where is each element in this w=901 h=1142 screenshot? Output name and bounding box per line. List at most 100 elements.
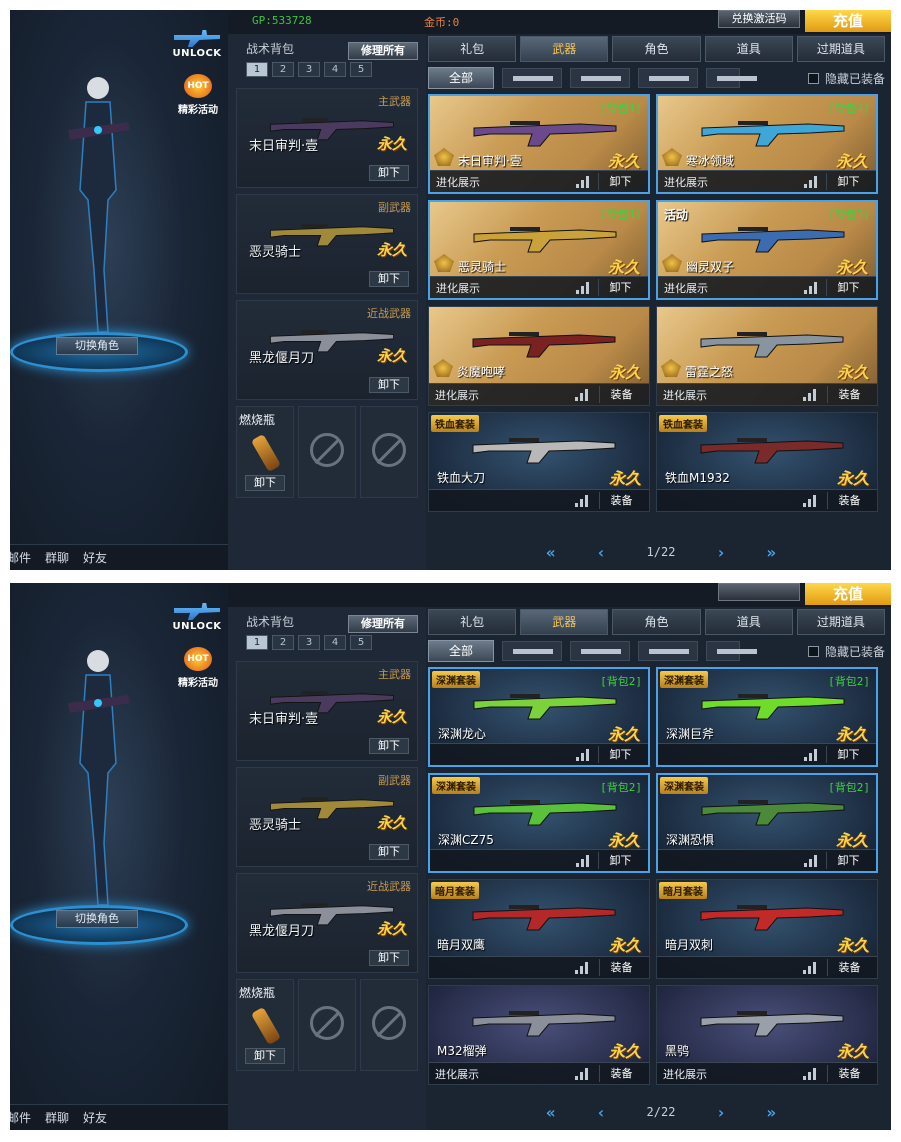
item-card[interactable]: 铁血套装 铁血M1932 永久 装备 — [656, 412, 878, 512]
group-chat-link[interactable]: 群聊 — [45, 549, 69, 566]
evolve-preview-link[interactable]: 进化展示 — [663, 387, 707, 403]
page-tab-5[interactable]: 5 — [350, 635, 372, 650]
tab-4[interactable]: 过期道具 — [796, 609, 886, 635]
unlock-badge[interactable]: UNLOCK — [170, 601, 224, 641]
tab-2[interactable]: 角色 — [612, 609, 701, 635]
item-action-button[interactable]: 卸下 — [598, 746, 642, 763]
evolve-preview-link[interactable]: 进化展示 — [664, 174, 708, 190]
item-action-button[interactable]: 卸下 — [598, 279, 642, 296]
page-tab-3[interactable]: 3 — [298, 635, 320, 650]
pistol-filter-icon[interactable] — [570, 641, 630, 661]
item-card[interactable]: 深渊套装 [背包2] 深渊恐惧 永久 卸下 — [656, 773, 878, 873]
recharge-button[interactable]: 充值 — [805, 583, 891, 605]
tab-2[interactable]: 角色 — [612, 36, 701, 62]
item-card[interactable]: M32榴弹 永久 进化展示 装备 — [428, 985, 650, 1085]
friends-link[interactable]: 好友 — [83, 549, 107, 566]
unlock-badge[interactable]: UNLOCK — [170, 28, 224, 68]
tab-4[interactable]: 过期道具 — [796, 36, 886, 62]
filter-all-button[interactable]: 全部 — [428, 640, 494, 662]
friends-link[interactable]: 好友 — [83, 1109, 107, 1126]
events-button[interactable]: HOT 精彩活动 — [170, 74, 226, 124]
evolve-preview-link[interactable]: 进化展示 — [435, 387, 479, 403]
item-card[interactable]: 深渊套装 [背包2] 深渊CZ75 永久 卸下 — [428, 773, 650, 873]
unequip-button[interactable]: 卸下 — [369, 377, 409, 393]
tab-1[interactable]: 武器 — [520, 36, 609, 62]
equipped-slot[interactable]: 近战武器 黑龙偃月刀 永久 卸下 — [236, 300, 418, 400]
switch-role-button[interactable]: 切换角色 — [56, 910, 138, 928]
item-action-button[interactable]: 卸下 — [826, 279, 870, 296]
item-card[interactable]: [背包1] 末日审判·壹 永久 进化展示 卸下 — [428, 94, 650, 194]
item-card[interactable]: 炎魔咆哮 永久 进化展示 装备 — [428, 306, 650, 406]
item-action-button[interactable]: 装备 — [599, 492, 643, 509]
first-page-button[interactable]: « — [546, 1103, 556, 1122]
item-action-button[interactable]: 卸下 — [826, 852, 870, 869]
page-tab-4[interactable]: 4 — [324, 62, 346, 77]
tab-3[interactable]: 道具 — [704, 36, 793, 62]
item-action-button[interactable]: 装备 — [827, 959, 871, 976]
item-card[interactable]: 暗月套装 暗月双刺 永久 装备 — [656, 879, 878, 979]
item-action-button[interactable]: 卸下 — [826, 746, 870, 763]
tab-0[interactable]: 礼包 — [428, 609, 517, 635]
page-tab-3[interactable]: 3 — [298, 62, 320, 77]
tab-3[interactable]: 道具 — [704, 609, 793, 635]
next-page-button[interactable]: › — [716, 1103, 726, 1122]
switch-role-button[interactable]: 切换角色 — [56, 337, 138, 355]
evolve-preview-link[interactable]: 进化展示 — [664, 280, 708, 296]
item-card[interactable]: 深渊套装 [背包2] 深渊龙心 永久 卸下 — [428, 667, 650, 767]
unequip-button[interactable]: 卸下 — [369, 844, 409, 860]
repair-all-button[interactable]: 修理所有 — [348, 42, 418, 60]
item-action-button[interactable]: 卸下 — [598, 173, 642, 190]
grenade-filter-icon[interactable] — [706, 641, 757, 661]
redeem-code-button[interactable] — [718, 583, 800, 601]
pistol-filter-icon[interactable] — [570, 68, 630, 88]
equipped-slot[interactable]: 副武器 恶灵骑士 永久 卸下 — [236, 194, 418, 294]
hide-equipped-toggle[interactable]: 隐藏已装备 — [807, 70, 885, 87]
item-action-button[interactable]: 装备 — [827, 386, 871, 403]
equipped-slot[interactable]: 主武器 末日审判·壹 永久 卸下 — [236, 661, 418, 761]
page-tab-1[interactable]: 1 — [246, 62, 268, 77]
item-action-button[interactable]: 装备 — [827, 1065, 871, 1082]
checkbox[interactable] — [807, 72, 819, 84]
repair-all-button[interactable]: 修理所有 — [348, 615, 418, 633]
prev-page-button[interactable]: ‹ — [596, 1103, 606, 1122]
item-card[interactable]: 活动 [背包3] 幽灵双子 永久 进化展示 卸下 — [656, 200, 878, 300]
page-tab-2[interactable]: 2 — [272, 62, 294, 77]
checkbox[interactable] — [807, 645, 819, 657]
recharge-button[interactable]: 充值 — [805, 10, 891, 32]
throwable-slot[interactable]: 燃烧瓶 卸下 — [236, 406, 294, 498]
page-tab-2[interactable]: 2 — [272, 635, 294, 650]
item-card[interactable]: 雷霆之怒 永久 进化展示 装备 — [656, 306, 878, 406]
item-card[interactable]: 暗月套装 暗月双鹰 永久 装备 — [428, 879, 650, 979]
item-action-button[interactable]: 装备 — [599, 1065, 643, 1082]
equipped-slot[interactable]: 副武器 恶灵骑士 永久 卸下 — [236, 767, 418, 867]
item-action-button[interactable]: 卸下 — [598, 852, 642, 869]
group-chat-link[interactable]: 群聊 — [45, 1109, 69, 1126]
item-card[interactable]: [背包1] 恶灵骑士 永久 进化展示 卸下 — [428, 200, 650, 300]
equipped-slot[interactable]: 近战武器 黑龙偃月刀 永久 卸下 — [236, 873, 418, 973]
evolve-preview-link[interactable]: 进化展示 — [436, 174, 480, 190]
throwable-slot[interactable]: 燃烧瓶 卸下 — [236, 979, 294, 1071]
item-card[interactable]: 深渊套装 [背包2] 深渊巨斧 永久 卸下 — [656, 667, 878, 767]
evolve-preview-link[interactable]: 进化展示 — [436, 280, 480, 296]
unequip-button[interactable]: 卸下 — [245, 475, 285, 491]
item-card[interactable]: 黑鸮 永久 进化展示 装备 — [656, 985, 878, 1085]
page-tab-5[interactable]: 5 — [350, 62, 372, 77]
unequip-button[interactable]: 卸下 — [369, 165, 409, 181]
item-card[interactable]: 铁血套装 铁血大刀 永久 装备 — [428, 412, 650, 512]
evolve-preview-link[interactable]: 进化展示 — [435, 1066, 479, 1082]
tab-1[interactable]: 武器 — [520, 609, 609, 635]
mail-link[interactable]: 邮件 — [10, 549, 31, 566]
tab-0[interactable]: 礼包 — [428, 36, 517, 62]
equipped-slot[interactable]: 主武器 末日审判·壹 永久 卸下 — [236, 88, 418, 188]
item-action-button[interactable]: 装备 — [599, 386, 643, 403]
grenade-filter-icon[interactable] — [706, 68, 757, 88]
hide-equipped-toggle[interactable]: 隐藏已装备 — [807, 643, 885, 660]
item-action-button[interactable]: 装备 — [599, 959, 643, 976]
events-button[interactable]: HOT 精彩活动 — [170, 647, 226, 697]
prev-page-button[interactable]: ‹ — [596, 543, 606, 562]
rifle-filter-icon[interactable] — [502, 68, 562, 88]
page-tab-1[interactable]: 1 — [246, 635, 268, 650]
item-action-button[interactable]: 卸下 — [826, 173, 870, 190]
unequip-button[interactable]: 卸下 — [245, 1048, 285, 1064]
last-page-button[interactable]: » — [766, 543, 776, 562]
